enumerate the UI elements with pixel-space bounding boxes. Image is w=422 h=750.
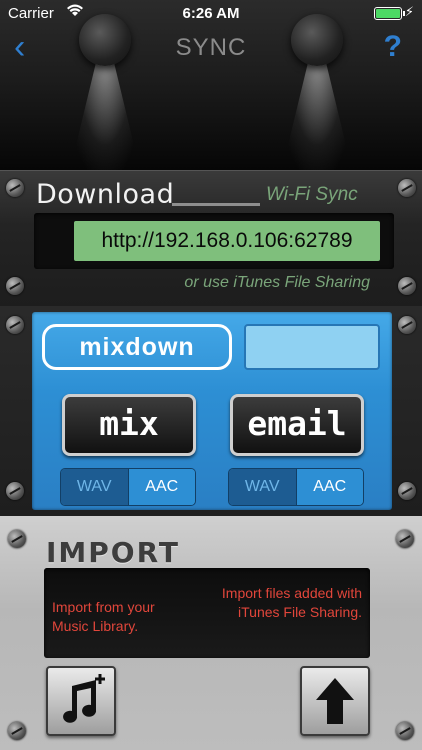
email-format-aac[interactable]: AAC — [296, 469, 363, 505]
download-panel: Download Wi-Fi Sync http://192.168.0.106… — [0, 170, 422, 306]
mix-format-aac[interactable]: AAC — [128, 469, 195, 505]
clock: 6:26 AM — [182, 5, 240, 22]
download-title: Download — [36, 179, 175, 210]
page-title: SYNC — [175, 34, 247, 61]
mix-button[interactable]: mix — [62, 394, 196, 456]
screw-icon — [398, 179, 416, 197]
spotlight-beam-left — [70, 60, 140, 170]
email-format-selector: WAV AAC — [228, 468, 364, 506]
screw-icon — [8, 530, 26, 548]
screw-icon — [6, 316, 24, 334]
screw-icon — [8, 722, 26, 740]
itunes-sharing-note: or use iTunes File Sharing — [184, 274, 370, 291]
mixdown-name-field[interactable] — [244, 324, 380, 370]
file-sharing-note: Import files added with iTunes File Shar… — [221, 585, 362, 620]
sync-url[interactable]: http://192.168.0.106:62789 — [74, 221, 380, 261]
email-button[interactable]: email — [230, 394, 364, 456]
arrow-up-icon — [316, 678, 354, 724]
import-info-box: Import from your Music Library. Import f… — [44, 568, 370, 658]
email-format-wav[interactable]: WAV — [229, 469, 296, 505]
title-divider — [172, 203, 260, 206]
import-file-sharing-button[interactable] — [300, 666, 370, 736]
url-display: http://192.168.0.106:62789 — [34, 213, 394, 269]
battery-icon — [374, 7, 405, 20]
mixdown-frame: mixdown mix email WAV AAC WAV AAC — [0, 306, 422, 516]
wifi-sync-label: Wi-Fi Sync — [266, 184, 358, 205]
screw-icon — [6, 482, 24, 500]
screw-icon — [398, 277, 416, 295]
mix-format-selector: WAV AAC — [60, 468, 196, 506]
charging-icon: ⚡ — [404, 4, 414, 19]
status-bar: Carrier 6:26 AM ⚡ — [0, 0, 422, 28]
mixdown-logo: mixdown — [42, 324, 232, 370]
screw-icon — [396, 530, 414, 548]
import-music-library-button[interactable] — [46, 666, 116, 736]
import-panel: IMPORT Import from your Music Library. I… — [0, 516, 422, 750]
screw-icon — [396, 722, 414, 740]
help-button[interactable]: ? — [384, 30, 402, 64]
screw-icon — [398, 316, 416, 334]
screw-icon — [6, 179, 24, 197]
screw-icon — [398, 482, 416, 500]
mix-format-wav[interactable]: WAV — [61, 469, 128, 505]
music-note-add-icon — [63, 674, 105, 723]
screw-icon — [6, 277, 24, 295]
mixdown-panel: mixdown mix email WAV AAC WAV AAC — [32, 312, 392, 510]
music-library-note: Import from your Music Library. — [52, 599, 155, 634]
spotlight-beam-right — [282, 60, 352, 170]
import-title: IMPORT — [46, 536, 181, 569]
